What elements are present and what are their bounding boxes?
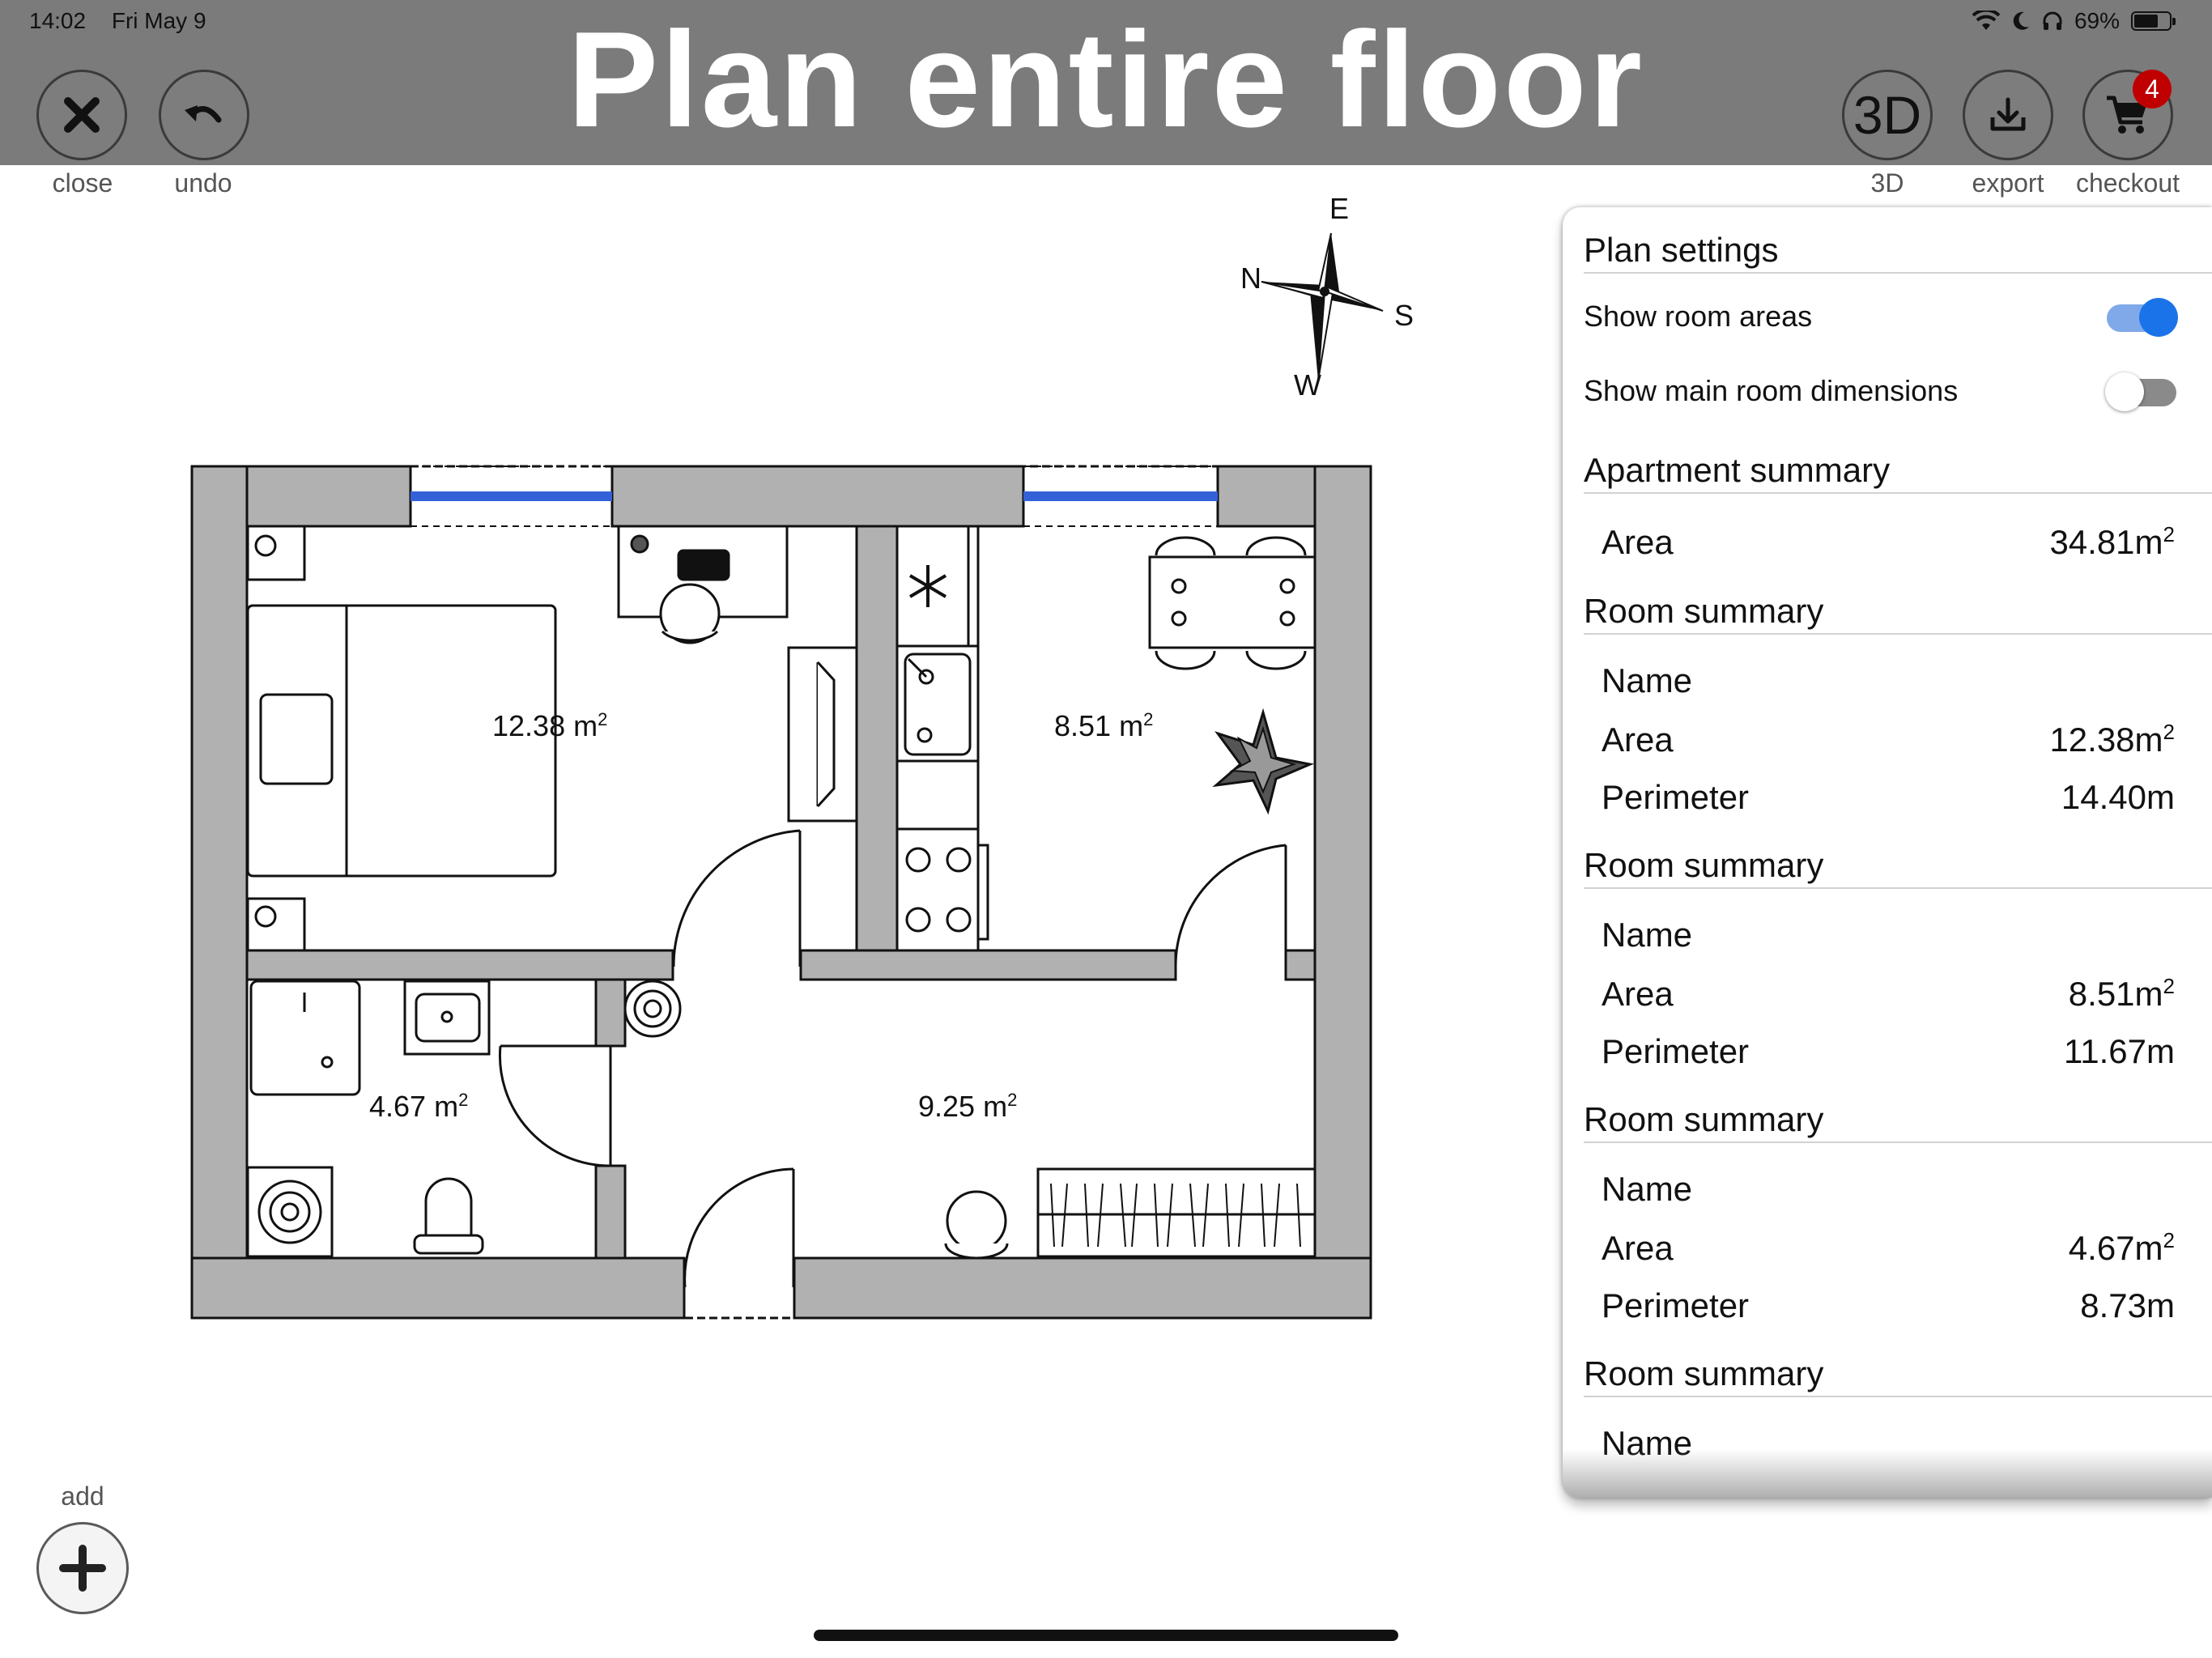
home-indicator[interactable] bbox=[814, 1630, 1398, 1641]
plan-settings-panel[interactable]: Plan settings Show room areas Show main … bbox=[1563, 207, 2212, 1498]
room-summary-header: Room summary bbox=[1584, 846, 2212, 890]
room-area-bathroom: 4.67 m2 bbox=[369, 1090, 469, 1123]
compass-rose: N E S W bbox=[1240, 192, 1414, 402]
plus-icon bbox=[59, 1545, 106, 1592]
room-name-row[interactable]: Name bbox=[1602, 1170, 2175, 1208]
add-button[interactable] bbox=[36, 1522, 129, 1614]
furniture bbox=[246, 525, 1317, 1260]
toggle-knob bbox=[2105, 372, 2144, 411]
show-dimensions-label: Show main room dimensions bbox=[1584, 374, 1959, 407]
room-area-row: Area 4.67m2 bbox=[1602, 1228, 2175, 1267]
room-name-row[interactable]: Name bbox=[1602, 661, 2175, 699]
room-area-hall: 9.25 m2 bbox=[918, 1090, 1018, 1123]
room-perimeter-row: Perimeter 11.67m bbox=[1602, 1032, 2175, 1070]
apartment-area-row: Area 34.81m2 bbox=[1602, 522, 2175, 561]
room-summary-header: Room summary bbox=[1584, 1354, 2212, 1398]
show-dimensions-toggle[interactable] bbox=[2105, 372, 2176, 411]
room-name-row[interactable]: Name bbox=[1602, 916, 2175, 954]
plan-settings-header: Plan settings bbox=[1584, 231, 2212, 274]
room-area-bedroom: 12.38 m2 bbox=[492, 709, 608, 742]
room-perimeter-row: Perimeter 14.40m bbox=[1602, 778, 2175, 816]
panel-scroll-fade bbox=[1563, 1449, 2212, 1498]
compass-west: W bbox=[1294, 368, 1321, 402]
compass-south: S bbox=[1394, 299, 1414, 332]
room-summary-header: Room summary bbox=[1584, 1100, 2212, 1144]
room-perimeter-row: Perimeter 8.73m bbox=[1602, 1286, 2175, 1324]
room-area-row: Area 12.38m2 bbox=[1602, 720, 2175, 759]
room-summary-header: Room summary bbox=[1584, 592, 2212, 636]
show-room-areas-toggle[interactable] bbox=[2107, 298, 2178, 337]
plant-icon bbox=[1212, 708, 1315, 815]
show-room-areas-label: Show room areas bbox=[1584, 300, 1813, 333]
room-area-kitchen: 8.51 m2 bbox=[1054, 709, 1154, 742]
compass-north: N bbox=[1240, 261, 1261, 295]
add-label: add bbox=[61, 1482, 104, 1511]
apartment-summary-header: Apartment summary bbox=[1584, 451, 2212, 495]
toggle-knob bbox=[2139, 298, 2178, 337]
room-area-row: Area 8.51m2 bbox=[1602, 974, 2175, 1013]
compass-east: E bbox=[1329, 192, 1349, 225]
